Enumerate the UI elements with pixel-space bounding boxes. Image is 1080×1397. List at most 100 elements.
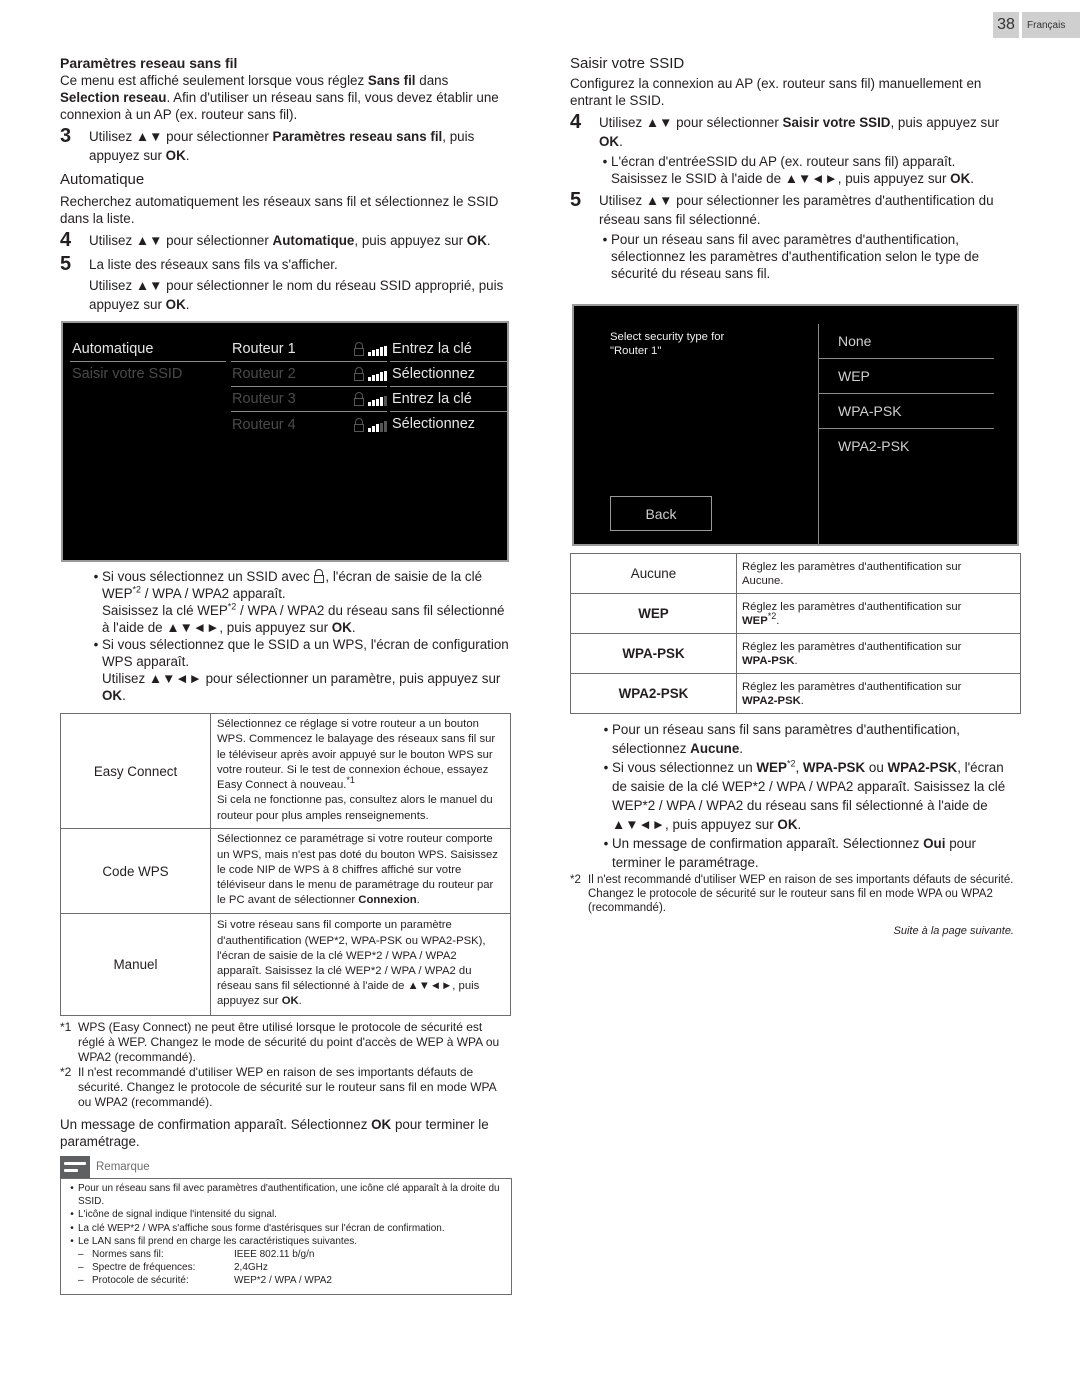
signal-bar bbox=[368, 402, 371, 406]
router-action[interactable]: Entrez la clé bbox=[390, 387, 507, 412]
bullet-lock: • Si vous sélectionnez un SSID avec , l'… bbox=[93, 569, 505, 635]
note-item: • Pour un réseau sans fil avec paramètres… bbox=[70, 1183, 500, 1208]
right-footnote: *2 Il n'est recommandé d'utiliser WEP en … bbox=[570, 873, 1020, 937]
bullet-wps: • Si vous sélectionnez que le SSID a un … bbox=[93, 637, 509, 703]
wps-option-name: Code WPS bbox=[60, 828, 211, 914]
router-item[interactable]: Routeur 1 bbox=[231, 337, 387, 362]
step-4-right: 4 Utilisez ▲▼ pour sélectionner Saisir v… bbox=[570, 111, 1022, 187]
remarque-title: Remarque bbox=[96, 1161, 150, 1173]
bullet-wep-wpa: • Si vous sélectionnez un WEP*2, WPA-PSK … bbox=[603, 758, 1006, 832]
signal-bar bbox=[372, 400, 375, 406]
signal-bar bbox=[368, 352, 371, 356]
router-name: Routeur 1 bbox=[232, 341, 296, 357]
table-row: Code WPS Sélectionnez ce paramétrage si … bbox=[60, 828, 511, 914]
router-action[interactable]: Entrez la clé bbox=[390, 337, 507, 362]
page-number: 38 bbox=[993, 12, 1019, 38]
signal-bar bbox=[384, 395, 387, 406]
signal-bar bbox=[380, 372, 383, 381]
table-row: WPA2-PSK Réglez les paramètres d'authenti… bbox=[570, 673, 1021, 714]
auth-type: WPA-PSK bbox=[570, 633, 737, 674]
signal-bar bbox=[372, 375, 375, 381]
auth-desc: Réglez les paramètres d'authentification… bbox=[736, 633, 1021, 674]
router-item[interactable]: Routeur 3 bbox=[231, 387, 387, 412]
lock-icon bbox=[354, 392, 364, 406]
menu-item-automatique[interactable]: Automatique bbox=[70, 337, 226, 362]
confirmation-message: Un message de confirmation apparaît. Sél… bbox=[60, 1117, 489, 1149]
signal-strength-icon bbox=[368, 370, 387, 381]
wps-option-desc: Sélectionnez ce réglage si votre routeur… bbox=[210, 713, 511, 829]
router-item[interactable]: Routeur 2 bbox=[231, 362, 387, 387]
step-4: 4 Utilisez ▲▼ pour sélectionner Automati… bbox=[60, 229, 491, 251]
security-type-screen: Select security type for "Router 1" Back… bbox=[572, 304, 1019, 546]
auth-desc: Réglez les paramètres d'authentification… bbox=[736, 673, 1021, 714]
menu-item-saisir-ssid[interactable]: Saisir votre SSID bbox=[70, 362, 226, 387]
signal-bar bbox=[376, 424, 379, 432]
page-header: 38 Français bbox=[993, 12, 1080, 38]
security-option-wep[interactable]: WEP bbox=[818, 359, 994, 394]
security-option-wpa2-psk[interactable]: WPA2-PSK bbox=[818, 429, 994, 464]
security-option-wpa-psk[interactable]: WPA-PSK bbox=[818, 394, 994, 429]
lock-icon bbox=[314, 569, 325, 583]
ssid-entry-bullet: • L'écran d'entréeSSID du AP (ex. routeur… bbox=[602, 154, 974, 186]
ssid-bullets: • Si vous sélectionnez un SSID avec , l'… bbox=[90, 568, 510, 704]
security-prompt: Select security type for "Router 1" bbox=[610, 331, 725, 357]
left-column: Paramètres reseau sans fil Ce menu est a… bbox=[60, 55, 510, 314]
router-item[interactable]: Routeur 4 bbox=[231, 412, 387, 437]
section-title-parametres: Paramètres reseau sans fil bbox=[60, 55, 238, 71]
bullet-aucune: • Pour un réseau sans fil sans paramètres… bbox=[603, 722, 960, 756]
signal-bar bbox=[376, 348, 379, 356]
auth-type: Aucune bbox=[570, 553, 737, 594]
router-action[interactable]: Sélectionnez bbox=[390, 362, 507, 387]
table-row: WPA-PSK Réglez les paramètres d'authentif… bbox=[570, 633, 1021, 674]
table-row: Easy Connect Sélectionnez ce réglage si … bbox=[60, 713, 511, 829]
router-name: Routeur 2 bbox=[232, 366, 296, 382]
security-option-none[interactable]: None bbox=[818, 324, 994, 359]
signal-bar bbox=[368, 427, 371, 432]
signal-bar bbox=[384, 421, 387, 432]
auth-desc: Réglez les paramètres d'authentification… bbox=[736, 553, 1021, 594]
signal-bar bbox=[384, 370, 387, 381]
back-button[interactable]: Back bbox=[610, 496, 712, 531]
spec-item: – Protocole de sécurité: WEP*2 / WPA / WPA… bbox=[78, 1275, 332, 1287]
step-5-right: 5 Utilisez ▲▼ pour sélectionner les para… bbox=[570, 189, 1022, 282]
table-row: Manuel Si votre réseau sans fil comporte… bbox=[60, 913, 511, 1016]
left-footer: *1 WPS (Easy Connect) ne peut être utilis… bbox=[60, 1020, 512, 1295]
signal-bar bbox=[372, 350, 375, 356]
lock-icon bbox=[354, 367, 364, 381]
continued-note: Suite à la page suivante. bbox=[893, 925, 1014, 937]
remarque-box: • Pour un réseau sans fil avec paramètres… bbox=[60, 1178, 512, 1295]
right-bullets: • Pour un réseau sans fil sans paramètres… bbox=[600, 720, 1020, 872]
section-title-saisir-ssid: Saisir votre SSID bbox=[570, 55, 685, 72]
wps-option-name: Manuel bbox=[60, 913, 211, 1016]
lock-icon bbox=[354, 342, 364, 356]
spec-item: – Spectre de fréquences: 2,4GHz bbox=[78, 1262, 268, 1274]
note-item: • La clé WEP*2 / WPA s'affiche sous forme… bbox=[70, 1222, 445, 1234]
signal-bar bbox=[384, 345, 387, 356]
signal-bar bbox=[380, 347, 383, 356]
signal-bar bbox=[376, 373, 379, 381]
signal-bar bbox=[380, 422, 383, 432]
note-icon bbox=[60, 1156, 90, 1178]
bullet-confirm: • Un message de confirmation apparaît. Sé… bbox=[603, 836, 976, 870]
signal-strength-icon bbox=[368, 421, 387, 432]
auth-bullet: • Pour un réseau sans fil avec paramètres… bbox=[602, 232, 980, 281]
auth-desc: Réglez les paramètres d'authentification… bbox=[736, 593, 1021, 634]
step-3: 3 Utilisez ▲▼ pour sélectionner Paramètr… bbox=[60, 125, 475, 163]
section-title-automatique: Automatique bbox=[60, 171, 145, 188]
language-label: Français bbox=[1022, 12, 1080, 38]
wps-option-name: Easy Connect bbox=[60, 713, 211, 829]
router-action[interactable]: Sélectionnez bbox=[390, 412, 507, 437]
signal-strength-icon bbox=[368, 345, 387, 356]
spec-item: – Normes sans fil: IEEE 802.11 b/g/n bbox=[78, 1249, 315, 1261]
automatique-intro: Recherchez automatiquement les réseaux s… bbox=[60, 194, 499, 226]
network-mode-menu: Automatique Saisir votre SSID bbox=[70, 337, 226, 387]
security-options: None WEP WPA-PSK WPA2-PSK bbox=[818, 324, 994, 464]
signal-bar bbox=[368, 377, 371, 381]
auth-type: WEP bbox=[570, 593, 737, 634]
lock-icon bbox=[354, 417, 364, 432]
signal-bar bbox=[376, 398, 379, 406]
section-intro: Ce menu est affiché seulement lorsque vo… bbox=[60, 73, 499, 122]
note-item: • L'icône de signal indique l'intensité d… bbox=[70, 1209, 277, 1221]
table-row: Aucune Réglez les paramètres d'authentifi… bbox=[570, 553, 1021, 594]
signal-bar bbox=[380, 397, 383, 406]
